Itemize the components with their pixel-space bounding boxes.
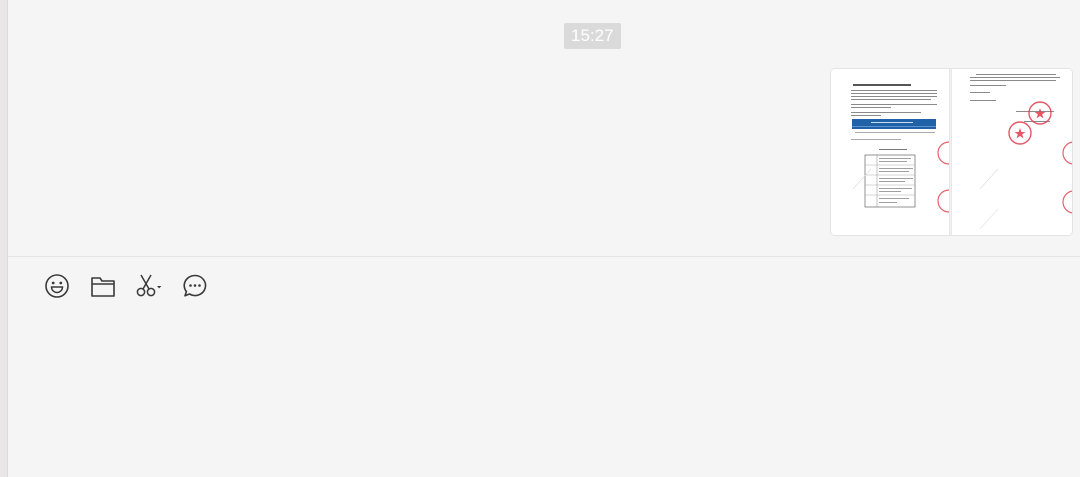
send-file-button[interactable] [88,271,118,301]
document-page-left [831,69,961,235]
chat-history-button[interactable] [180,271,210,301]
chevron-down-icon [157,286,162,289]
document-page-right [952,69,1072,235]
input-toolbar [42,271,226,301]
message-list: 15:27 [8,0,1080,256]
emoji-icon [45,274,69,298]
message-input-area[interactable] [8,257,1080,477]
message-timestamp: 15:27 [564,23,621,49]
folder-icon [91,277,115,297]
chat-history-icon [183,274,207,297]
window-left-edge [0,0,8,477]
emoji-button[interactable] [42,271,72,301]
screenshot-button[interactable] [134,271,164,301]
scissors-screenshot-icon [136,274,162,297]
image-message[interactable] [830,68,1073,236]
